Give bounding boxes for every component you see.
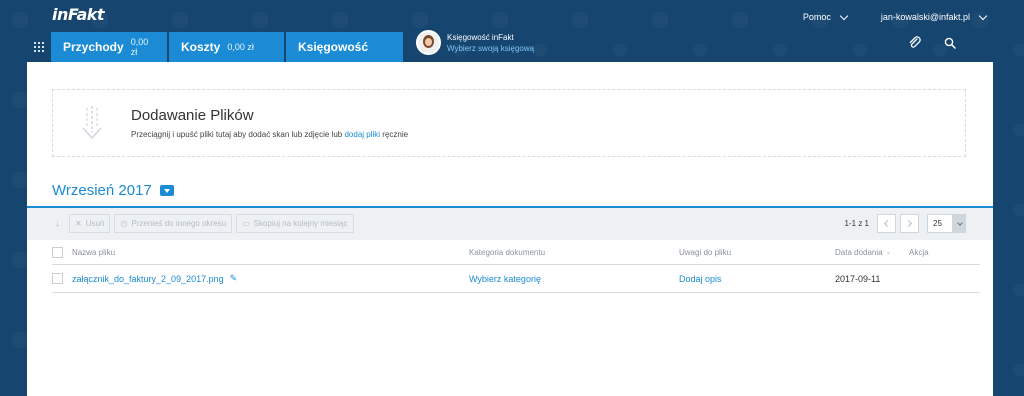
tab-label: Przychody xyxy=(63,40,124,54)
table-row: załącznik_do_faktury_2_09_2017.png ✎ Wyb… xyxy=(52,265,980,293)
chevron-down-icon xyxy=(978,11,988,20)
upload-desc-text: Przeciągnij i upuść pliki tutaj aby doda… xyxy=(131,130,343,139)
col-header-notes[interactable]: Uwagi do pliku xyxy=(679,240,731,264)
upload-desc-text-end: ręcznie xyxy=(382,130,409,139)
upload-description: Przeciągnij i upuść pliki tutaj aby doda… xyxy=(131,130,408,139)
date-added: 2017-09-11 xyxy=(835,273,881,284)
file-name: załącznik_do_faktury_2_09_2017.png xyxy=(72,273,224,284)
col-header-date[interactable]: Data dodania ⌄ xyxy=(835,240,891,264)
search-icon[interactable] xyxy=(944,36,956,55)
main-nav: Przychody 0,00 zł Koszty 0,00 zł Księgow… xyxy=(27,32,405,62)
col-header-name[interactable]: Nazwa pliku xyxy=(72,240,115,264)
user-email: jan-kowalski@infakt.pl xyxy=(880,12,970,22)
table-header: Nazwa pliku Kategoria dokumentu Uwagi do… xyxy=(52,240,980,265)
tab-label: Księgowość xyxy=(298,40,369,54)
download-arrow-icon xyxy=(53,89,131,157)
chevron-down-icon xyxy=(953,214,966,233)
copy-next-month-button[interactable]: ▭ Skopiuj na kolejny miesiąc xyxy=(236,214,354,233)
row-checkbox[interactable] xyxy=(52,273,63,284)
prev-page-button[interactable] xyxy=(877,214,896,233)
move-label: Przenieś do innego okresu xyxy=(131,219,227,228)
upload-title: Dodawanie Plików xyxy=(131,107,254,124)
clock-icon: ◷ xyxy=(120,219,128,228)
period-selector: Wrzesień 2017 xyxy=(52,182,174,199)
period-dropdown-button[interactable] xyxy=(159,185,174,196)
per-page-select[interactable]: 25 xyxy=(927,214,966,233)
col-header-action: Akcja xyxy=(909,247,929,257)
top-bar: inFakt Pomoc jan-kowalski@infakt.pl xyxy=(0,0,1024,32)
file-name-link[interactable]: załącznik_do_faktury_2_09_2017.png ✎ xyxy=(72,265,237,292)
help-menu[interactable]: Pomoc xyxy=(802,11,849,22)
table-toolbar: ↓ ✕ Usuń ◷ Przenieś do innego okresu ▭ S… xyxy=(27,208,993,240)
delete-button[interactable]: ✕ Usuń xyxy=(69,214,111,233)
copy-label: Skopiuj na kolejny miesiąc xyxy=(253,219,348,228)
pager-text: 1-1 z 1 xyxy=(844,219,869,228)
tab-label: Koszty xyxy=(181,40,221,54)
add-note-link[interactable]: Dodaj opis xyxy=(679,265,722,292)
pencil-icon[interactable]: ✎ xyxy=(230,273,238,284)
caret-down-icon xyxy=(163,188,170,193)
col-header-category[interactable]: Kategoria dokumentu xyxy=(469,240,545,264)
calendar-icon: ▭ xyxy=(242,219,250,228)
apps-grid-icon[interactable] xyxy=(27,32,51,62)
next-page-button[interactable] xyxy=(900,214,919,233)
chevron-right-icon xyxy=(904,219,913,228)
move-period-button[interactable]: ◷ Przenieś do innego okresu xyxy=(114,214,233,233)
tab-koszty[interactable]: Koszty 0,00 zł xyxy=(169,32,284,62)
user-menu[interactable]: jan-kowalski@infakt.pl xyxy=(880,11,988,22)
main-content: Dodawanie Plików Przeciągnij i upuść pli… xyxy=(27,62,993,396)
delete-label: Usuń xyxy=(85,219,105,228)
paperclip-icon[interactable] xyxy=(908,36,922,55)
period-title: Wrzesień 2017 xyxy=(52,182,152,199)
col-header-date-label: Data dodania xyxy=(835,247,883,257)
per-page-value: 25 xyxy=(927,214,953,233)
tab-amount: 0,00 zł xyxy=(227,42,254,52)
tab-przychody[interactable]: Przychody 0,00 zł xyxy=(51,32,167,62)
choose-accountant-link[interactable]: Wybierz swoją księgową xyxy=(447,43,534,54)
file-drop-zone[interactable]: Dodawanie Plików Przeciągnij i upuść pli… xyxy=(52,89,966,157)
accountant-widget[interactable]: Księgowość inFakt Wybierz swoją księgową xyxy=(416,30,534,55)
accountant-name: Księgowość inFakt xyxy=(447,32,514,42)
app-logo[interactable]: inFakt xyxy=(52,5,105,24)
add-files-link[interactable]: dodaj pliki xyxy=(344,130,380,139)
choose-category-link[interactable]: Wybierz kategorię xyxy=(469,265,541,292)
select-all-checkbox[interactable] xyxy=(52,246,63,258)
top-right-menu: Pomoc jan-kowalski@infakt.pl xyxy=(802,11,988,22)
sort-icon[interactable]: ↓ xyxy=(55,218,65,229)
sort-desc-icon: ⌄ xyxy=(885,249,892,256)
tab-amount: 0,00 zł xyxy=(130,37,149,57)
help-label: Pomoc xyxy=(802,12,831,22)
close-icon: ✕ xyxy=(75,219,82,228)
avatar xyxy=(416,30,441,55)
chevron-down-icon xyxy=(839,11,849,20)
tab-ksiegowosc[interactable]: Księgowość xyxy=(286,32,403,62)
top-icons xyxy=(908,36,956,55)
chevron-left-icon xyxy=(883,219,892,228)
